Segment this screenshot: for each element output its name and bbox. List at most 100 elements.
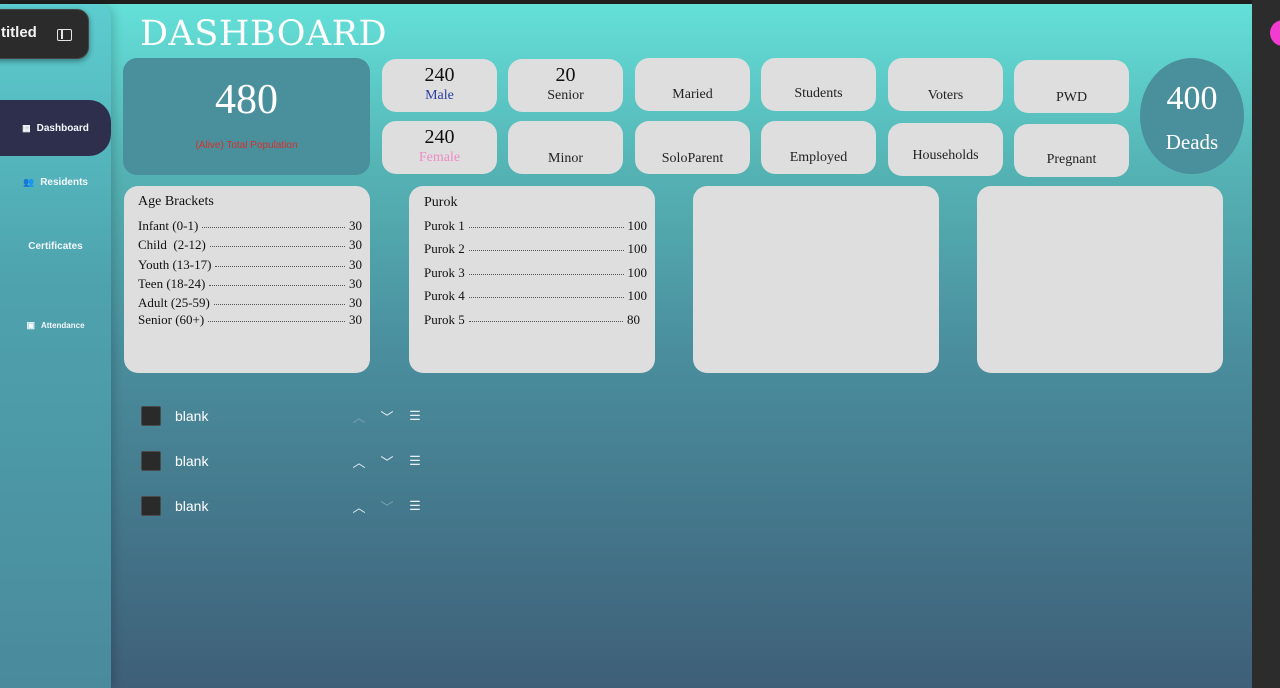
leader-dots <box>209 284 345 286</box>
page-title: DASHBOARD <box>140 14 388 54</box>
stat-voters: Voters <box>888 58 1003 111</box>
layer-row[interactable]: blank ︿ ﹀ ☰ <box>141 406 431 426</box>
chevron-down-icon[interactable]: ﹀ <box>373 407 401 426</box>
deads-label: Deads <box>1165 130 1219 154</box>
stat-employed: Employed <box>761 121 876 174</box>
sidebar-item-dashboard[interactable]: ▦ Dashboard <box>0 100 111 156</box>
stat-students: Students <box>761 58 876 111</box>
purok-row-label: Purok 5 <box>424 312 465 327</box>
stat-male: 240 Male <box>382 59 497 112</box>
stat-soloparent-label: SoloParent <box>661 151 724 166</box>
deads-card: 400 Deads <box>1140 58 1244 174</box>
layer-name: blank <box>175 498 209 514</box>
purok-card: Purok Purok 1 100 Purok 2 100 Purok 3 10… <box>409 186 655 373</box>
age-row: Youth (13-17) 30 <box>138 257 362 273</box>
leader-dots <box>468 273 624 275</box>
age-brackets-title: Age Brackets <box>138 194 214 209</box>
stat-households-label: Households <box>912 148 979 163</box>
stat-soloparent: SoloParent <box>635 121 750 174</box>
leader-dots <box>215 265 345 267</box>
purok-row: Purok 3 100 <box>424 265 647 281</box>
sidebar-item-label: Attendance <box>40 320 85 330</box>
sidebar-item-certificates[interactable]: Certificates <box>0 236 111 256</box>
file-title-pill[interactable]: titled <box>0 9 89 59</box>
age-brackets-card: Age Brackets Infant (0-1) 30 Child (2-12… <box>124 186 370 373</box>
age-row-label: Senior (60+) <box>138 312 205 327</box>
age-row-value: 30 <box>349 218 362 233</box>
layer-row[interactable]: blank ︿ ﹀ ☰ <box>141 451 431 471</box>
purok-title: Purok <box>424 195 458 210</box>
age-row-value: 30 <box>349 312 362 327</box>
purok-row-label: Purok 3 <box>424 265 465 280</box>
leader-dots <box>209 245 345 247</box>
layer-thumbnail <box>141 496 161 516</box>
stat-senior: 20 Senior <box>508 59 623 112</box>
chevron-up-icon[interactable]: ︿ <box>345 452 373 471</box>
sidebar-toggle-icon[interactable] <box>57 29 72 41</box>
sidebar-item-residents[interactable]: 👥 Residents <box>0 172 111 192</box>
stat-students-label: Students <box>794 86 843 101</box>
total-population-label: (Alive) Total Population <box>195 140 298 151</box>
purok-row: Purok 2 100 <box>424 241 647 257</box>
stat-maried: Maried <box>635 58 750 111</box>
age-row-label: Child (2-12) <box>138 237 206 252</box>
stat-female: 240 Female <box>382 121 497 174</box>
chevron-up-icon[interactable]: ︿ <box>345 497 373 516</box>
empty-card <box>977 186 1223 373</box>
layer-thumbnail <box>141 406 161 426</box>
menu-icon[interactable]: ☰ <box>401 498 429 514</box>
purok-row-value: 100 <box>627 218 648 233</box>
grid-icon: ▦ <box>22 122 31 133</box>
stat-minor-label: Minor <box>548 151 583 166</box>
sidebar-item-attendance[interactable]: ▣ Attendance <box>0 315 111 335</box>
age-row-label: Adult (25-59) <box>138 295 210 310</box>
leader-dots <box>468 226 624 228</box>
chevron-up-icon[interactable]: ︿ <box>345 407 373 426</box>
age-row-label: Youth (13-17) <box>138 257 212 272</box>
age-row-label: Teen (18-24) <box>138 276 206 291</box>
age-row-value: 30 <box>349 295 362 310</box>
layer-row[interactable]: blank ︿ ﹀ ☰ <box>141 496 431 516</box>
menu-icon[interactable]: ☰ <box>401 408 429 424</box>
stat-pregnant: Pregnant <box>1014 124 1129 177</box>
purok-row: Purok 5 80 <box>424 312 640 328</box>
age-row: Infant (0-1) 30 <box>138 218 362 234</box>
purok-row-value: 100 <box>627 288 648 303</box>
stat-senior-number: 20 <box>555 64 576 86</box>
chevron-down-icon[interactable]: ﹀ <box>373 452 401 471</box>
purok-row-value: 100 <box>627 265 648 280</box>
age-row: Adult (25-59) 30 <box>138 295 362 311</box>
calendar-icon: ▣ <box>26 319 35 330</box>
stat-male-number: 240 <box>424 64 455 86</box>
age-row-label: Infant (0-1) <box>138 218 199 233</box>
users-icon: 👥 <box>22 176 35 187</box>
purok-row-label: Purok 4 <box>424 288 465 303</box>
chevron-down-icon[interactable]: ﹀ <box>373 497 401 516</box>
leader-dots <box>468 249 624 251</box>
leader-dots <box>468 296 624 298</box>
stat-households: Households <box>888 123 1003 176</box>
age-row: Teen (18-24) 30 <box>138 276 362 292</box>
stat-employed-label: Employed <box>789 150 848 165</box>
total-population-card: 480 (Alive) Total Population <box>123 58 370 175</box>
layer-name: blank <box>175 453 209 469</box>
leader-dots <box>468 320 623 322</box>
sidebar: ▦ Dashboard 👥 Residents Certificates ▣ A… <box>0 4 111 688</box>
stat-pwd: PWD <box>1014 60 1129 113</box>
menu-icon[interactable]: ☰ <box>401 453 429 469</box>
sidebar-item-label: Dashboard <box>36 122 89 134</box>
purok-row: Purok 4 100 <box>424 288 647 304</box>
purok-row-label: Purok 2 <box>424 241 465 256</box>
age-row: Senior (60+) 30 <box>138 312 362 328</box>
leader-dots <box>213 303 345 305</box>
deads-number: 400 <box>1166 80 1218 117</box>
stat-female-label: Female <box>418 150 461 165</box>
stat-maried-label: Maried <box>672 87 713 102</box>
age-row-value: 30 <box>349 237 362 252</box>
stat-minor: Minor <box>508 121 623 174</box>
stat-senior-label: Senior <box>547 88 584 103</box>
sidebar-item-label: Certificates <box>28 240 83 252</box>
layer-name: blank <box>175 408 209 424</box>
stat-pregnant-label: Pregnant <box>1046 152 1097 167</box>
sidebar-item-label: Residents <box>40 176 88 188</box>
